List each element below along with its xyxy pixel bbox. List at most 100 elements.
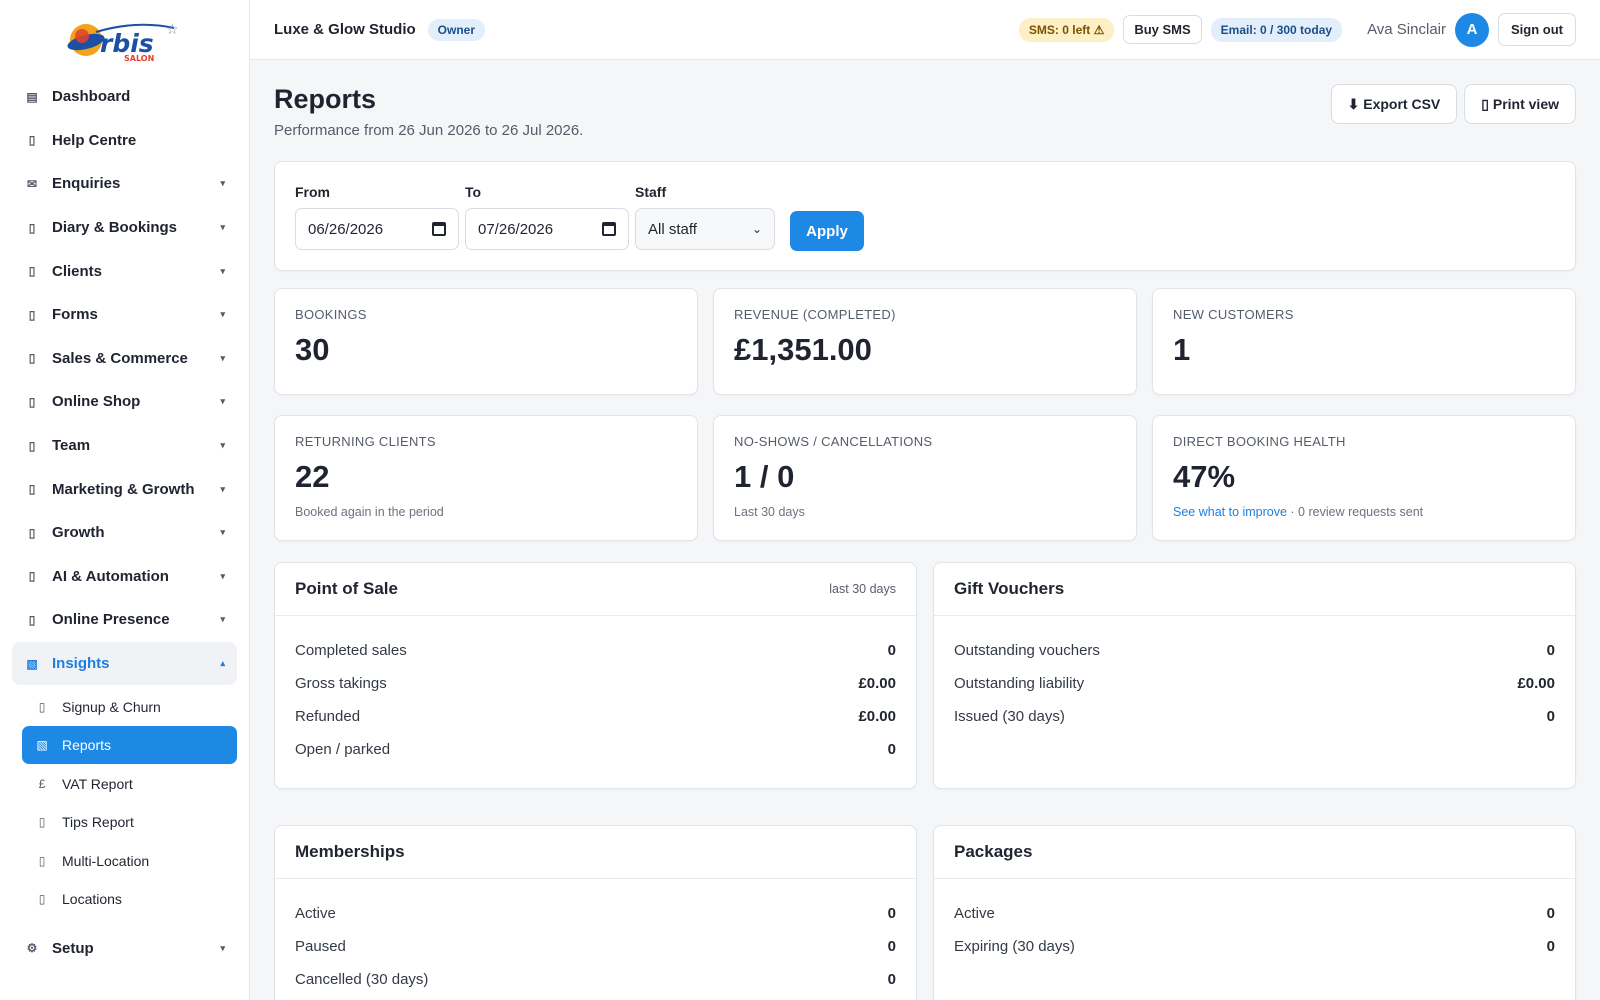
row-value: 0 bbox=[1546, 642, 1555, 659]
sidebar-subitem-label: Multi-Location bbox=[62, 852, 150, 869]
sidebar-item-online-shop[interactable]: ▯ Online Shop ▾ bbox=[12, 380, 237, 424]
panel-rows: Completed sales 0 Gross takings £0.00 Refu… bbox=[275, 616, 916, 766]
sidebar-item-clients[interactable]: ▯ Clients ▾ bbox=[12, 249, 237, 293]
sign-out-button[interactable]: Sign out bbox=[1498, 13, 1576, 46]
top-bar-actions: SMS: 0 left ⚠ Buy SMS Email: 0 / 300 tod… bbox=[1018, 12, 1576, 47]
row-value: 0 bbox=[887, 741, 896, 758]
sidebar-item-diary-and-bookings[interactable]: ▯ Diary & Bookings ▾ bbox=[12, 206, 237, 250]
row-value: £0.00 bbox=[1517, 675, 1555, 692]
chart-icon: ▧ bbox=[26, 656, 38, 671]
panel-header: Memberships bbox=[275, 826, 916, 879]
sidebar-item-marketing-and-growth[interactable]: ▯ Marketing & Growth ▾ bbox=[12, 467, 237, 511]
business-name: Luxe & Glow Studio bbox=[274, 21, 416, 38]
sidebar-item-label: Clients bbox=[52, 262, 103, 280]
stat-note: See what to improve · 0 review requests … bbox=[1173, 505, 1555, 519]
print-view-button[interactable]: ▯ Print view bbox=[1464, 84, 1576, 124]
sidebar-item-growth[interactable]: ▯ Growth ▾ bbox=[12, 511, 237, 555]
to-filter: To 07/26/2026 bbox=[465, 184, 629, 250]
page-title: Reports bbox=[274, 84, 377, 114]
orbis-salon-logo[interactable]: ☆ rbis SALON bbox=[66, 18, 186, 64]
sidebar-item-help-centre[interactable]: ▯ Help Centre bbox=[12, 119, 237, 163]
grid-icon: ▤ bbox=[26, 89, 38, 104]
calendar-icon[interactable] bbox=[432, 222, 446, 236]
stat-note: Booked again in the period bbox=[295, 505, 444, 519]
svg-text:☆: ☆ bbox=[166, 22, 179, 38]
chevron-down-icon: ▾ bbox=[220, 265, 225, 276]
form-icon: ▯ bbox=[28, 307, 36, 322]
sidebar-subitem-signup-churn[interactable]: ▯ Signup & Churn bbox=[22, 687, 237, 726]
panel-rows: Active 0 Expiring (30 days) 0 bbox=[934, 879, 1575, 963]
sidebar-nav: ▤ Dashboard ▯ Help Centre ✉ Enquiries ▾ ▯ Diary … bbox=[12, 75, 237, 970]
to-date-value: 07/26/2026 bbox=[478, 220, 554, 238]
panel-row: Cancelled (30 days) 0 bbox=[295, 963, 896, 996]
chevron-down-icon: ▾ bbox=[220, 614, 225, 625]
stat-label: RETURNING CLIENTS bbox=[295, 434, 436, 449]
calendar-icon[interactable] bbox=[602, 222, 616, 236]
to-date-input[interactable]: 07/26/2026 bbox=[465, 208, 629, 250]
row-value: 0 bbox=[1546, 938, 1555, 955]
row-label: Active bbox=[954, 905, 995, 922]
chevron-down-icon: ▾ bbox=[220, 570, 225, 581]
chevron-down-icon: ▾ bbox=[220, 440, 225, 451]
stat-value: 1 / 0 bbox=[734, 459, 795, 494]
sidebar-subitem-vat-report[interactable]: £ VAT Report bbox=[22, 764, 237, 803]
stat-card-revenue: REVENUE (COMPLETED) £1,351.00 bbox=[713, 288, 1137, 395]
see-what-to-improve-link[interactable]: See what to improve bbox=[1173, 505, 1287, 519]
sidebar-subitem-tips-report[interactable]: ▯ Tips Report bbox=[22, 803, 237, 842]
sidebar-item-ai-and-automation[interactable]: ▯ AI & Automation ▾ bbox=[12, 555, 237, 599]
chevron-down-icon: ▾ bbox=[220, 222, 225, 233]
sidebar-subitem-locations[interactable]: ▯ Locations bbox=[22, 880, 237, 919]
panel-row: Completed sales 0 bbox=[295, 634, 896, 667]
sidebar-item-label: Insights bbox=[52, 655, 110, 673]
buy-sms-button[interactable]: Buy SMS bbox=[1123, 15, 1202, 44]
growth-icon: ▯ bbox=[28, 525, 36, 540]
sidebar-item-team[interactable]: ▯ Team ▾ bbox=[12, 424, 237, 468]
sidebar-item-dashboard[interactable]: ▤ Dashboard bbox=[12, 75, 237, 119]
globe-icon: ▯ bbox=[28, 612, 36, 627]
sidebar-item-sales-and-commerce[interactable]: ▯ Sales & Commerce ▾ bbox=[12, 337, 237, 381]
sidebar-item-label: Help Centre bbox=[52, 131, 137, 149]
stat-label: DIRECT BOOKING HEALTH bbox=[1173, 434, 1346, 449]
stat-label: BOOKINGS bbox=[295, 307, 367, 322]
sidebar-item-label: Marketing & Growth bbox=[52, 480, 195, 498]
panel-row: Outstanding liability £0.00 bbox=[954, 667, 1555, 700]
sidebar-subitem-multi-location[interactable]: ▯ Multi-Location bbox=[22, 841, 237, 880]
row-label: Open / parked bbox=[295, 741, 391, 758]
users-icon: ▯ bbox=[28, 264, 36, 279]
staff-select[interactable]: All staff ⌄ bbox=[635, 208, 775, 250]
sidebar: ☆ rbis SALON ▤ Dashboard ▯ Help Centre ✉ Enqu… bbox=[0, 0, 250, 1000]
stat-value: £1,351.00 bbox=[734, 332, 872, 367]
reports-icon: ▧ bbox=[36, 738, 48, 753]
sidebar-item-label: Dashboard bbox=[52, 88, 131, 106]
row-label: Gross takings bbox=[295, 675, 387, 692]
help-icon: ▯ bbox=[28, 133, 36, 148]
team-icon: ▯ bbox=[28, 438, 36, 453]
sidebar-item-setup[interactable]: ⚙ Setup ▾ bbox=[12, 926, 237, 970]
sidebar-item-label: Diary & Bookings bbox=[52, 219, 178, 237]
from-date-input[interactable]: 06/26/2026 bbox=[295, 208, 459, 250]
top-bar: Luxe & Glow Studio Owner SMS: 0 left ⚠ B… bbox=[250, 0, 1600, 60]
avatar[interactable]: A bbox=[1455, 12, 1489, 47]
role-badge: Owner bbox=[427, 18, 486, 41]
sidebar-subitem-label: Locations bbox=[62, 891, 122, 908]
row-label: Outstanding vouchers bbox=[954, 642, 1100, 659]
page-actions: ⬇ Export CSV ▯ Print view bbox=[1330, 84, 1576, 124]
sidebar-item-insights[interactable]: ▧ Insights ▴ bbox=[12, 641, 237, 686]
row-label: Expiring (30 days) bbox=[954, 938, 1075, 955]
sidebar-item-forms[interactable]: ▯ Forms ▾ bbox=[12, 293, 237, 337]
sidebar-subitem-label: VAT Report bbox=[62, 775, 133, 792]
pound-icon: £ bbox=[38, 776, 46, 791]
row-value: 0 bbox=[887, 642, 896, 659]
stat-card-no-shows: NO-SHOWS / CANCELLATIONS 1 / 0 Last 30 d… bbox=[713, 415, 1137, 541]
sidebar-item-online-presence[interactable]: ▯ Online Presence ▾ bbox=[12, 598, 237, 642]
sidebar-item-enquiries[interactable]: ✉ Enquiries ▾ bbox=[12, 162, 237, 206]
export-csv-button[interactable]: ⬇ Export CSV bbox=[1330, 84, 1458, 124]
apply-button[interactable]: Apply bbox=[790, 211, 864, 251]
panel-row: Paused 0 bbox=[295, 930, 896, 963]
from-filter: From 06/26/2026 bbox=[295, 184, 459, 250]
stat-note: Last 30 days bbox=[734, 505, 805, 519]
filters-card: From 06/26/2026 To 07/26/2026 Staff All … bbox=[274, 161, 1576, 271]
from-label: From bbox=[295, 184, 330, 200]
sidebar-subitem-reports[interactable]: ▧ Reports bbox=[22, 725, 237, 765]
row-label: Paused bbox=[295, 938, 346, 955]
